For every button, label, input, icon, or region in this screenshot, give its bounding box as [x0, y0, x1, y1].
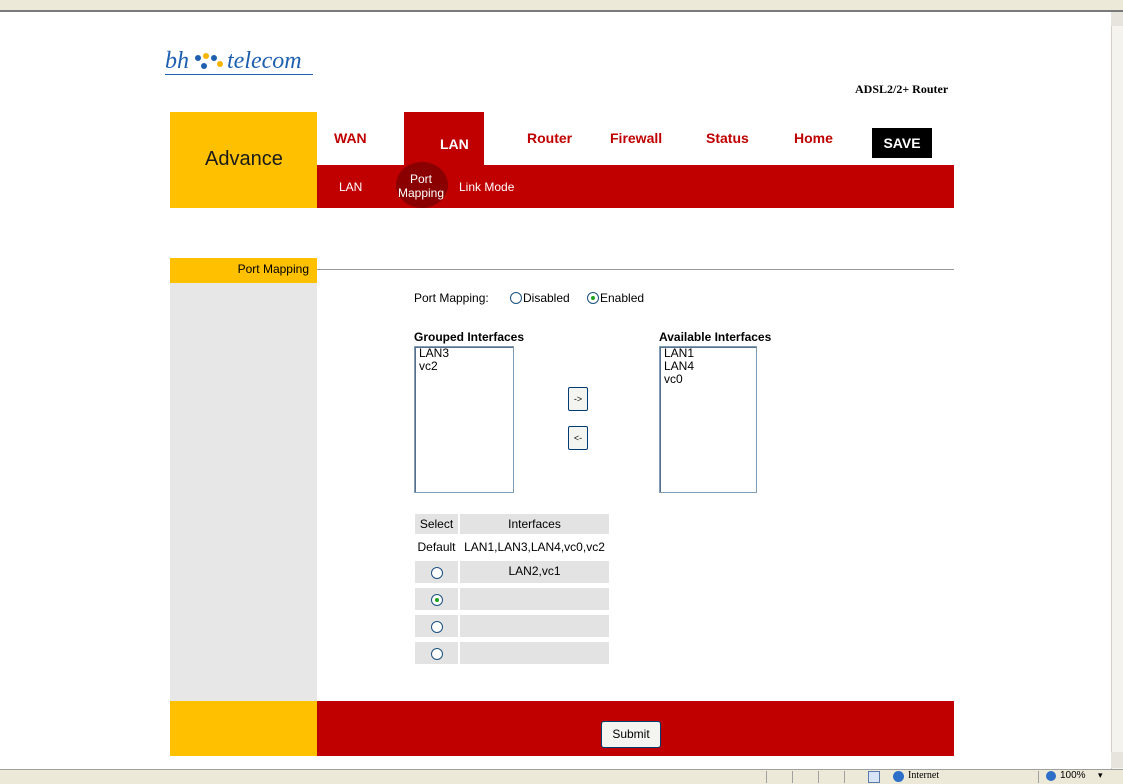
move-left-button[interactable]: <-	[568, 426, 588, 450]
available-interfaces-list[interactable]: LAN1 LAN4 vc0	[659, 346, 757, 493]
port-mapping-disabled-label: Disabled	[523, 291, 570, 305]
globe-icon	[893, 771, 904, 782]
status-divider	[766, 771, 767, 783]
vertical-scrollbar[interactable]	[1111, 12, 1123, 769]
zoom-icon[interactable]	[1046, 771, 1056, 781]
default-label: Default	[417, 540, 456, 554]
group-radio-1[interactable]	[431, 567, 443, 579]
subtab-link-mode[interactable]: Link Mode	[459, 180, 514, 194]
tab-home[interactable]: Home	[794, 130, 833, 146]
subtab-port-mapping[interactable]: Port Mapping	[392, 172, 450, 200]
port-mapping-disabled-radio[interactable]	[510, 292, 522, 304]
tab-wan[interactable]: WAN	[334, 130, 367, 146]
left-panel	[170, 258, 317, 701]
browser-toolbar	[0, 0, 1123, 12]
logo: bh telecom	[165, 48, 302, 75]
available-interfaces-title: Available Interfaces	[659, 330, 772, 344]
available-item[interactable]: vc0	[660, 373, 756, 386]
scroll-up-arrow[interactable]	[1111, 12, 1123, 26]
product-name: ADSL2/2+ Router	[855, 82, 949, 96]
group-radio-3[interactable]	[431, 621, 443, 633]
logo-dots-icon	[193, 52, 223, 72]
group-radio-4[interactable]	[431, 648, 443, 660]
tab-router[interactable]: Router	[527, 130, 572, 146]
grouped-interfaces-title: Grouped Interfaces	[414, 330, 525, 344]
section-label: Advance	[205, 148, 283, 170]
port-mapping-enabled-label: Enabled	[600, 291, 645, 305]
table-header-select: Select	[415, 514, 458, 534]
status-divider	[844, 771, 845, 783]
status-divider	[1038, 771, 1039, 783]
footer-left	[170, 701, 317, 756]
logo-underline	[165, 74, 313, 75]
grouped-interfaces-list[interactable]: LAN3 vc2	[414, 346, 514, 493]
table-row-2-select	[415, 588, 458, 610]
save-button[interactable]: SAVE	[872, 128, 932, 158]
status-zone: Internet	[908, 770, 940, 781]
table-row-1-interfaces: LAN2,vc1	[460, 561, 609, 583]
tab-lan[interactable]: LAN	[440, 136, 469, 152]
group-radio-2[interactable]	[431, 594, 443, 606]
port-mapping-label: Port Mapping:	[414, 291, 489, 305]
section-title: Port Mapping	[237, 262, 309, 276]
move-right-button[interactable]: ->	[568, 387, 588, 411]
submit-button[interactable]: Submit	[601, 721, 661, 748]
logo-telecom: telecom	[227, 48, 302, 74]
status-divider	[818, 771, 819, 783]
tab-status[interactable]: Status	[706, 130, 749, 146]
table-row-4-interfaces	[460, 642, 609, 664]
logo-bh: bh	[165, 48, 189, 74]
scroll-down-arrow[interactable]	[1111, 752, 1123, 768]
chevron-down-icon[interactable]: ▾	[1098, 770, 1103, 781]
table-row-3-interfaces	[460, 615, 609, 637]
status-divider	[792, 771, 793, 783]
table-row-1-select	[415, 561, 458, 583]
status-zoom[interactable]: 100%	[1060, 770, 1086, 781]
browser-status-bar: Internet 100% ▾	[0, 769, 1123, 784]
grouped-item[interactable]: vc2	[415, 360, 513, 373]
tab-firewall[interactable]: Firewall	[610, 130, 662, 146]
default-interfaces: LAN1,LAN3,LAN4,vc0,vc2	[464, 540, 605, 554]
section-divider	[317, 269, 954, 270]
subtab-lan[interactable]: LAN	[339, 180, 362, 194]
table-row-3-select	[415, 615, 458, 637]
security-zone-icon	[868, 771, 880, 783]
port-mapping-enabled-radio[interactable]	[587, 292, 599, 304]
table-row-2-interfaces	[460, 588, 609, 610]
table-header-interfaces: Interfaces	[460, 514, 609, 534]
table-row-4-select	[415, 642, 458, 664]
